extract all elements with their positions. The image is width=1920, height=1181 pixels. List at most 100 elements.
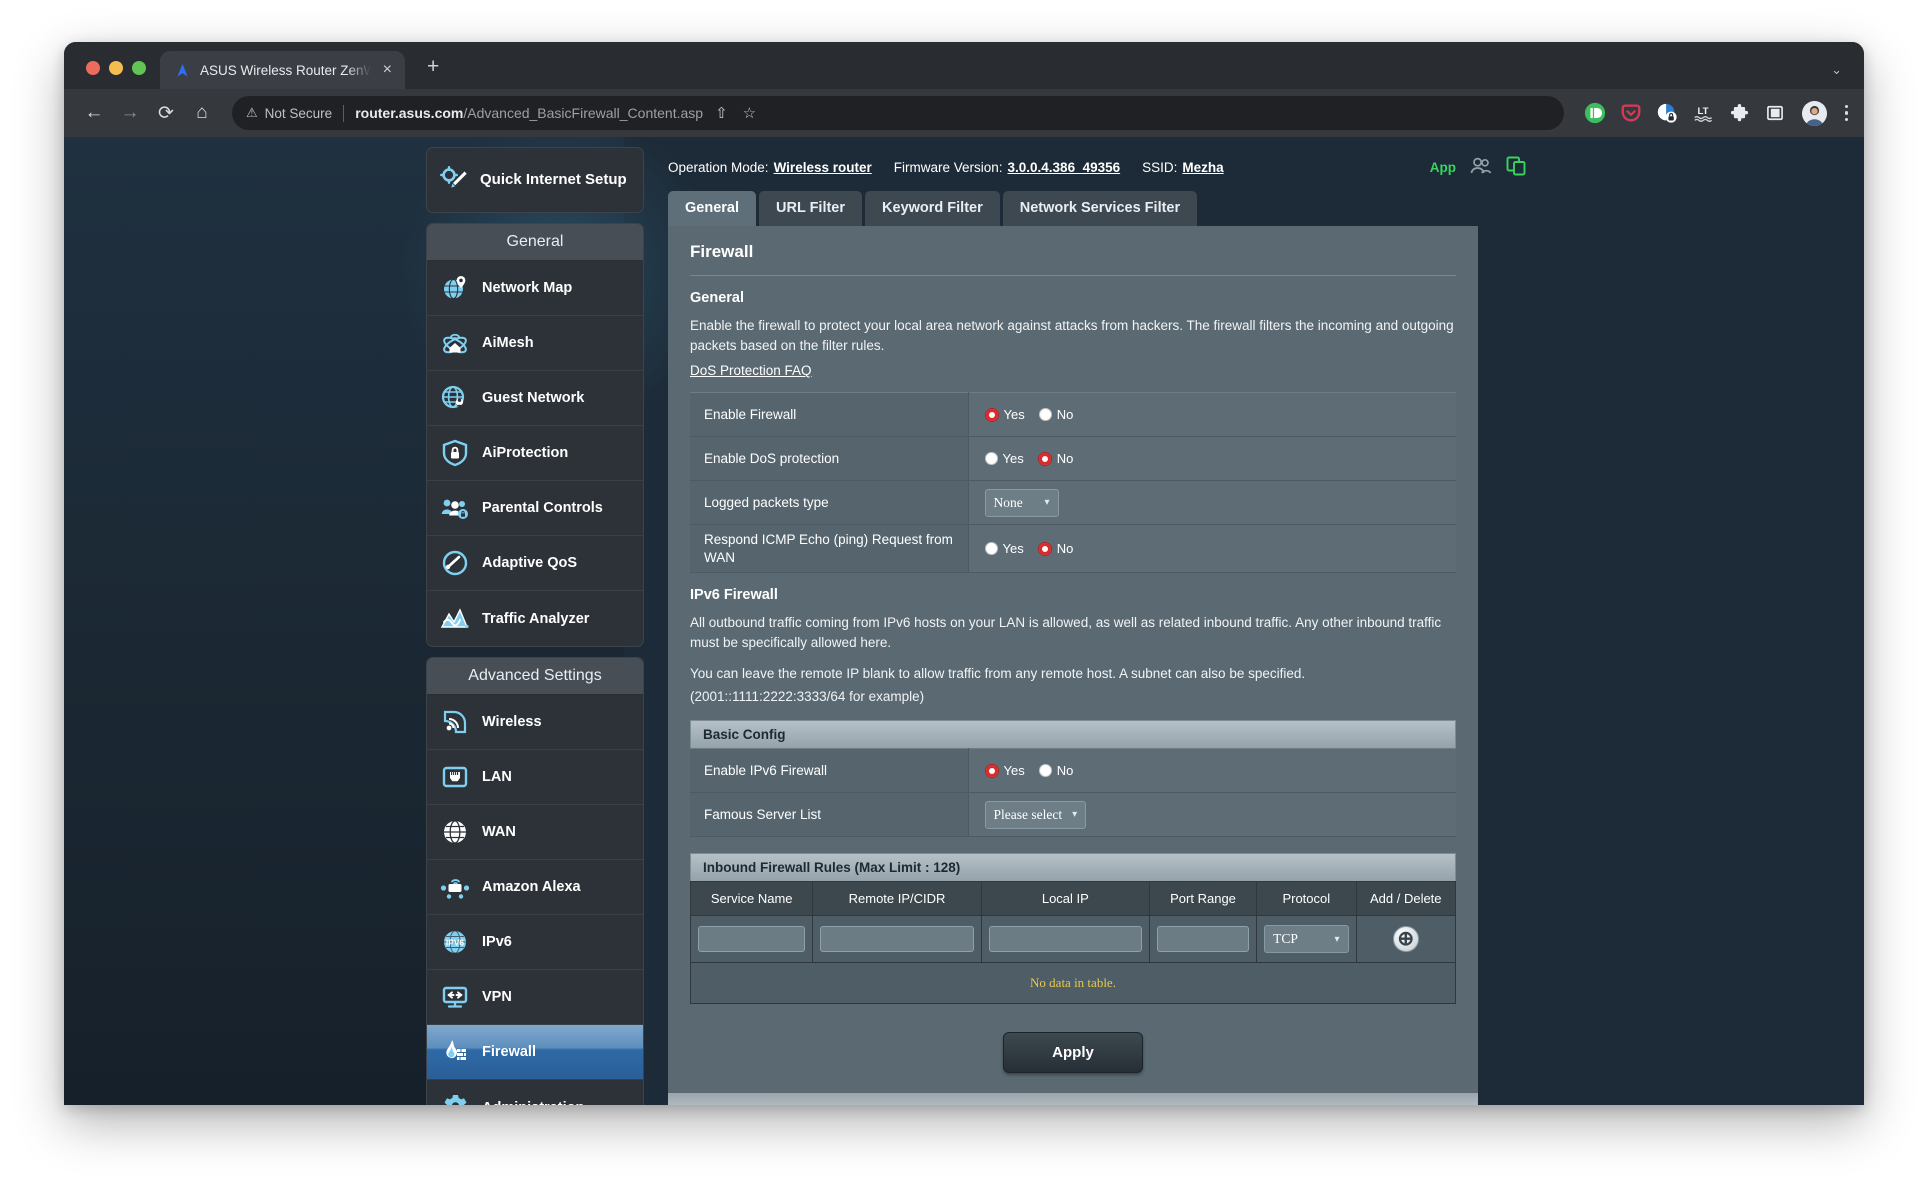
sidebar-item-label: AiProtection	[482, 445, 569, 461]
minimize-window-button[interactable]	[109, 61, 123, 75]
privacy-lock-extension-icon[interactable]	[1655, 101, 1680, 126]
side-panel-icon[interactable]	[1763, 101, 1788, 126]
sidebar-item-wireless[interactable]: Wireless	[427, 695, 643, 750]
url-domain: router.asus.com	[355, 105, 464, 121]
table-header-row: Service Name Remote IP/CIDR Local IP Por…	[689, 881, 1457, 917]
home-button[interactable]: ⌂	[186, 97, 218, 129]
radio-button[interactable]	[984, 452, 998, 466]
select-value: Please select	[993, 806, 1063, 822]
sidebar-item-aimesh[interactable]: AiMesh	[427, 316, 643, 371]
ssid-key: SSID:	[1142, 159, 1178, 175]
reload-button[interactable]: ⟳	[150, 97, 182, 129]
close-tab-icon[interactable]: ×	[380, 59, 395, 81]
sidebar-item-firewall[interactable]: Firewall	[427, 1025, 643, 1080]
protocol-select[interactable]: TCP ▾	[1264, 925, 1349, 954]
sidebar-item-lan[interactable]: LAN	[427, 750, 643, 805]
inbound-rules-heading: Inbound Firewall Rules (Max Limit : 128)	[690, 853, 1456, 882]
languagetool-extension-icon[interactable]: LT	[1691, 101, 1716, 126]
close-window-button[interactable]	[86, 61, 100, 75]
logged-packets-type-select[interactable]: None ▾	[984, 488, 1059, 517]
apply-button[interactable]: Apply	[1003, 1032, 1143, 1074]
column-header-add-delete: Add / Delete	[1355, 881, 1457, 917]
router-status-bar: Operation Mode: Wireless router Firmware…	[664, 143, 1544, 191]
sidebar-item-adaptive-qos[interactable]: Adaptive QoS	[427, 536, 643, 591]
ipv6-yes-option[interactable]: Yes	[984, 763, 1025, 778]
enable-firewall-yes-option[interactable]: Yes	[984, 407, 1025, 422]
tab-network-services-filter[interactable]: Network Services Filter	[1002, 191, 1198, 226]
asus-favicon-icon	[174, 62, 191, 79]
sidebar-item-parental-controls[interactable]: Parental Controls	[427, 481, 643, 536]
back-button[interactable]: ←	[78, 97, 110, 129]
extensions-puzzle-icon[interactable]	[1727, 101, 1752, 126]
pocket-extension-icon[interactable]	[1619, 101, 1644, 126]
sidebar-item-label: Parental Controls	[482, 500, 603, 516]
forward-button[interactable]: →	[114, 97, 146, 129]
devices-icon[interactable]	[1506, 156, 1526, 179]
cell-protocol: TCP ▾	[1256, 915, 1357, 964]
no-data-message: No data in table.	[690, 962, 1456, 1005]
ssid-value[interactable]: Mezha	[1182, 160, 1223, 175]
sidebar-item-amazon-alexa[interactable]: Amazon Alexa	[427, 860, 643, 915]
new-tab-button[interactable]: +	[421, 54, 445, 79]
maximize-window-button[interactable]	[132, 61, 146, 75]
sidebar-quick-setup-card: Quick Internet Setup	[426, 147, 644, 213]
sidebar-item-guest-network[interactable]: Guest Network	[427, 371, 643, 426]
profile-avatar[interactable]	[1801, 100, 1827, 126]
tab-keyword-filter[interactable]: Keyword Filter	[865, 191, 1000, 226]
gear-icon	[440, 1093, 470, 1105]
icmp-yes-option[interactable]: Yes	[984, 541, 1024, 556]
famous-server-list-select[interactable]: Please select ▾	[984, 800, 1087, 829]
radio-button[interactable]	[984, 542, 998, 556]
share-icon[interactable]: ⇧	[712, 104, 731, 122]
shield-lock-icon	[440, 438, 470, 468]
radio-button[interactable]	[984, 407, 999, 422]
radio-button[interactable]	[1038, 408, 1052, 422]
sidebar-item-traffic-analyzer[interactable]: Traffic Analyzer	[427, 591, 643, 646]
service-name-input[interactable]	[698, 926, 806, 953]
firmware-version-key: Firmware Version:	[893, 159, 1003, 175]
sidebar-item-label: Traffic Analyzer	[482, 610, 590, 627]
sidebar-item-wan[interactable]: WAN	[427, 805, 643, 860]
sidebar-item-network-map[interactable]: Network Map	[427, 261, 643, 316]
enable-firewall-no-option[interactable]: No	[1038, 407, 1073, 422]
remote-ip-cidr-input[interactable]	[820, 926, 974, 953]
ipv6-globe-icon: IPV6	[440, 927, 470, 957]
browser-tab[interactable]: ASUS Wireless Router ZenWiFi ×	[160, 51, 405, 89]
sidebar-item-label: WAN	[482, 824, 516, 840]
sidebar-item-ipv6[interactable]: IPV6 IPv6	[427, 915, 643, 970]
address-bar[interactable]: ⚠ Not Secure router.asus.com/Advanced_Ba…	[232, 96, 1564, 130]
firmware-version-value[interactable]: 3.0.0.4.386_49356	[1008, 160, 1121, 175]
port-range-input[interactable]	[1156, 926, 1250, 953]
app-link[interactable]: App	[1430, 160, 1456, 175]
sidebar-item-aiprotection[interactable]: AiProtection	[427, 426, 643, 481]
sidebar-item-label: LAN	[482, 769, 512, 785]
dos-yes-option[interactable]: Yes	[984, 451, 1024, 466]
radio-button[interactable]	[984, 763, 999, 778]
radio-button[interactable]	[1037, 541, 1052, 556]
column-header-protocol: Protocol	[1256, 881, 1357, 917]
not-secure-indicator[interactable]: ⚠ Not Secure	[246, 105, 332, 121]
ipv6-firewall-section: IPv6 Firewall All outbound traffic comin…	[689, 587, 1457, 1005]
dos-protection-faq-link[interactable]: DoS Protection FAQ	[690, 363, 812, 378]
chevron-down-icon[interactable]: ⌄	[1831, 62, 1842, 78]
radio-button[interactable]	[1037, 451, 1052, 466]
tab-url-filter[interactable]: URL Filter	[759, 191, 863, 226]
sidebar-item-administration[interactable]: Administration	[427, 1080, 643, 1105]
dos-no-option[interactable]: No	[1037, 451, 1073, 466]
operation-mode-value[interactable]: Wireless router	[774, 160, 872, 175]
local-ip-input[interactable]	[988, 926, 1142, 953]
users-icon[interactable]	[1470, 156, 1492, 179]
bookmark-star-icon[interactable]: ☆	[740, 104, 759, 122]
respond-icmp-radio-group: Yes No	[984, 541, 1441, 556]
browser-menu-button[interactable]	[1844, 104, 1848, 122]
sidebar-item-vpn[interactable]: VPN	[427, 970, 643, 1025]
ipv6-no-option[interactable]: No	[1038, 763, 1073, 778]
icmp-no-option[interactable]: No	[1037, 541, 1073, 556]
table-row: Famous Server List Please select ▾	[690, 792, 1456, 837]
tab-general[interactable]: General	[668, 191, 756, 226]
pushbullet-extension-icon[interactable]	[1583, 101, 1608, 126]
sidebar-item-quick-internet-setup[interactable]: Quick Internet Setup	[427, 148, 643, 212]
radio-button[interactable]	[1038, 764, 1052, 778]
add-rule-button[interactable]: ⊕	[1392, 926, 1419, 953]
browser-window: ASUS Wireless Router ZenWiFi × + ⌄ ← → ⟳…	[64, 42, 1864, 1105]
